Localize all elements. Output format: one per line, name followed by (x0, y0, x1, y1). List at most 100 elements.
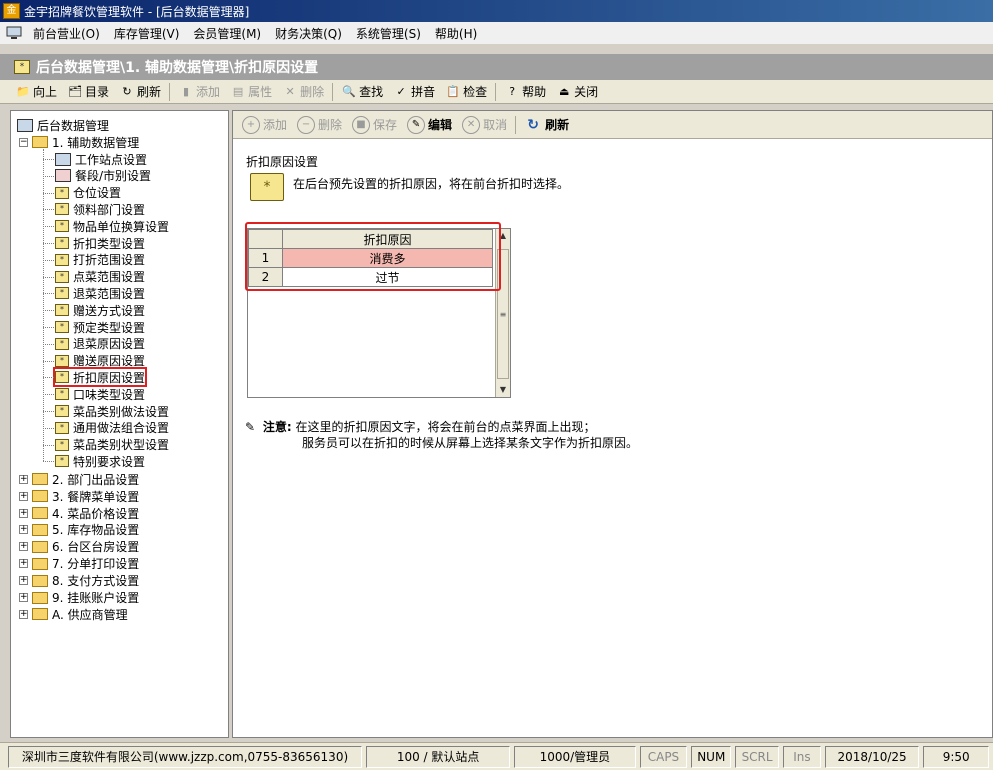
expand-icon[interactable]: + (19, 559, 28, 569)
expand-icon[interactable]: + (19, 609, 28, 619)
catalog-button[interactable]: 🗂 目录 (62, 81, 114, 103)
check-button[interactable]: 📋 检查 (440, 81, 492, 103)
menu-item-finance[interactable]: 财务决策(Q) (268, 25, 349, 42)
tree-group[interactable]: + A. 供应商管理 (19, 606, 128, 622)
navigation-tree[interactable]: 后台数据管理 − 1. 辅助数据管理 工作站点设置 餐段/市别设置 * 仓位设置 * 领料… (10, 110, 229, 738)
folder-star-icon: * (250, 173, 284, 201)
tree-item[interactable]: * 领料部门设置 (55, 201, 145, 217)
tree-item[interactable]: * 物品单位换算设置 (55, 218, 169, 234)
tree-group-1[interactable]: − 1. 辅助数据管理 (19, 134, 139, 150)
reason-cell[interactable]: 过节 (282, 267, 493, 287)
tree-item[interactable]: * 打折范围设置 (55, 252, 145, 268)
tree-connector (43, 175, 54, 177)
table-row[interactable]: 2 过节 (248, 267, 493, 287)
expand-icon[interactable]: + (19, 474, 28, 484)
settings-page-icon: * (55, 270, 69, 283)
close-button[interactable]: ⏏ 关闭 (551, 81, 603, 103)
tree-item[interactable]: * 点菜范围设置 (55, 269, 145, 285)
tree-item[interactable]: 餐段/市别设置 (55, 168, 151, 184)
delete-button[interactable]: ✕ 删除 (277, 81, 329, 103)
refresh-button[interactable]: ↻ 刷新 (114, 81, 166, 103)
scroll-down-icon[interactable]: ▼ (496, 383, 510, 397)
properties-label: 属性 (248, 85, 273, 99)
pinyin-button[interactable]: ✓ 拼音 (388, 81, 440, 103)
tree-item[interactable]: * 口味类型设置 (55, 386, 145, 402)
reason-table: 折扣原因 1 消费多 2 过节 (248, 229, 493, 287)
record-edit-button[interactable]: ✎ 编辑 (402, 115, 457, 134)
expand-icon[interactable]: + (19, 542, 28, 552)
collapse-icon[interactable]: − (19, 137, 28, 147)
tree-group[interactable]: +4. 菜品价格设置 (19, 505, 139, 521)
tree-group[interactable]: +7. 分单打印设置 (19, 556, 139, 572)
tree-group[interactable]: +3. 餐牌菜单设置 (19, 488, 139, 504)
tree-group[interactable]: +2. 部门出品设置 (19, 471, 139, 487)
tree-item[interactable]: * 退菜范围设置 (55, 285, 145, 301)
section-title: 折扣原因设置 (246, 155, 319, 169)
menu-item-member[interactable]: 会员管理(M) (186, 25, 268, 42)
toolbar-divider (495, 82, 497, 101)
tree-item[interactable]: * 赠送方式设置 (55, 302, 145, 318)
app-menu-icon[interactable] (4, 25, 24, 41)
tree-root[interactable]: 后台数据管理 (17, 117, 109, 133)
reason-grid[interactable]: 折扣原因 1 消费多 2 过节 ▲ ≡ ▼ (247, 228, 511, 398)
tree-item[interactable]: * 菜品类别做法设置 (55, 403, 169, 419)
grid-scrollbar[interactable]: ▲ ≡ ▼ (495, 229, 510, 397)
tree-group[interactable]: +5. 库存物品设置 (19, 522, 139, 538)
find-button[interactable]: 🔍 查找 (336, 81, 388, 103)
note-block: ✎ 注意: 在这里的折扣原因文字，将会在前台的点菜界面上出现； 服务员可以在折扣… (245, 419, 638, 451)
tree-item[interactable]: * 菜品类别状型设置 (55, 437, 169, 453)
menu-item-system[interactable]: 系统管理(S) (349, 25, 428, 42)
scroll-up-icon[interactable]: ▲ (496, 229, 510, 243)
toolbar-divider (515, 115, 517, 134)
record-save-button[interactable]: ■ 保存 (347, 115, 402, 134)
tree-item-selected[interactable]: * 折扣原因设置 (52, 367, 148, 388)
note-pen-icon: ✎ (245, 420, 256, 434)
settings-page-icon: * (55, 438, 69, 451)
record-refresh-button[interactable]: ↻ 刷新 (519, 116, 574, 134)
tree-connector (43, 243, 54, 244)
add-button[interactable]: ▮ 添加 (173, 81, 225, 103)
scroll-thumb[interactable]: ≡ (497, 249, 509, 379)
spellcheck-icon: ✓ (396, 85, 406, 98)
column-header[interactable]: 折扣原因 (282, 229, 493, 249)
folder-icon (32, 473, 48, 486)
menu-bar: 前台营业(O) 库存管理(V) 会员管理(M) 财务决策(Q) 系统管理(S) … (0, 22, 993, 44)
expand-icon[interactable]: + (19, 525, 28, 535)
expand-icon[interactable]: + (19, 508, 28, 518)
content-panel: + 添加 − 删除 ■ 保存 ✎ 编辑 ✕ 取消 ↻ 刷新 折扣原因设置 * 在后台预先设置… (232, 110, 993, 738)
tree-item[interactable]: * 通用做法组合设置 (55, 420, 169, 436)
tree-item[interactable]: * 预定类型设置 (55, 319, 145, 335)
record-cancel-button[interactable]: ✕ 取消 (457, 115, 512, 134)
up-button[interactable]: 📁 向上 (10, 81, 62, 103)
help-button[interactable]: ? 帮助 (499, 81, 551, 103)
expand-icon[interactable]: + (19, 491, 28, 501)
header-icon: * (14, 60, 30, 74)
tree-item-label: 退菜原因设置 (73, 337, 146, 352)
settings-page-icon: * (55, 203, 69, 216)
expand-icon[interactable]: + (19, 593, 28, 602)
tree-item[interactable]: * 折扣类型设置 (55, 235, 145, 251)
table-row[interactable]: 1 消费多 (248, 248, 493, 268)
menu-item-help[interactable]: 帮助(H) (428, 25, 484, 42)
record-add-button[interactable]: + 添加 (237, 115, 292, 134)
tree-item[interactable]: * 特别要求设置 (55, 453, 145, 469)
tree-item[interactable]: * 仓位设置 (55, 185, 121, 201)
cancel-icon: ✕ (462, 115, 481, 134)
properties-button[interactable]: ▤ 属性 (225, 81, 277, 103)
record-delete-button[interactable]: − 删除 (292, 115, 347, 134)
status-bar: 深圳市三度软件有限公司(www.jzzp.com,0755-83656130) … (0, 742, 993, 770)
menu-item-front[interactable]: 前台营业(O) (26, 25, 107, 42)
tree-item[interactable]: * 退菜原因设置 (55, 336, 145, 352)
tree-item[interactable]: * 赠送原因设置 (55, 353, 145, 369)
grid-corner (248, 229, 283, 249)
tree-item[interactable]: 工作站点设置 (55, 151, 147, 167)
menu-item-inventory[interactable]: 库存管理(V) (107, 25, 187, 42)
expand-icon[interactable]: + (19, 576, 28, 586)
tree-group[interactable]: +6. 台区台房设置 (19, 539, 139, 555)
tree-group[interactable]: +9. 挂账账户设置 (19, 590, 139, 606)
reason-cell[interactable]: 消费多 (282, 248, 493, 268)
tree-item-label: 折扣类型设置 (73, 236, 146, 251)
tree-group[interactable]: +8. 支付方式设置 (19, 573, 139, 589)
record-edit-label: 编辑 (428, 118, 453, 132)
record-refresh-label: 刷新 (545, 118, 570, 132)
